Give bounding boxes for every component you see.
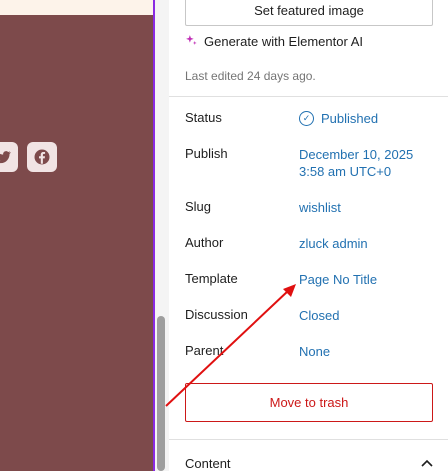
post-settings-sidebar: Set featured image Generate with Element… (169, 0, 448, 471)
status-value[interactable]: ✓ Published (299, 110, 378, 127)
parent-label: Parent (185, 343, 224, 358)
publish-date: December 10, 2025 (299, 147, 414, 162)
template-row: Template Page No Title (185, 271, 435, 288)
template-label: Template (185, 271, 238, 286)
slug-link[interactable]: wishlist (299, 199, 341, 216)
author-row: Author zluck admin (185, 235, 435, 252)
section-divider (169, 439, 448, 440)
canvas-header-strip (0, 0, 153, 15)
discussion-label: Discussion (185, 307, 248, 322)
publish-date-link[interactable]: December 10, 2025 3:58 am UTC+0 (299, 146, 413, 180)
generate-ai-label: Generate with Elementor AI (204, 34, 363, 49)
sparkle-icon (185, 34, 198, 49)
scrollbar-thumb[interactable] (157, 316, 165, 471)
content-panel-title: Content (185, 456, 231, 471)
content-panel-toggle[interactable]: Content (185, 456, 433, 471)
publish-row: Publish December 10, 2025 3:58 am UTC+0 (185, 146, 435, 180)
slug-label: Slug (185, 199, 212, 214)
check-circle-icon: ✓ (299, 111, 314, 126)
publish-time: 3:58 am UTC+0 (299, 164, 392, 179)
status-label: Status (185, 110, 222, 125)
move-to-trash-button[interactable]: Move to trash (185, 383, 433, 422)
template-link[interactable]: Page No Title (299, 271, 377, 288)
status-row: Status ✓ Published (185, 110, 435, 127)
page-canvas (0, 0, 153, 471)
twitter-icon[interactable] (0, 142, 18, 172)
section-divider (169, 96, 448, 97)
parent-row: Parent None (185, 343, 435, 360)
chevron-up-icon (421, 456, 433, 471)
author-link[interactable]: zluck admin (299, 235, 368, 252)
generate-ai-link[interactable]: Generate with Elementor AI (185, 34, 363, 49)
facebook-icon[interactable] (27, 142, 57, 172)
last-edited-text: Last edited 24 days ago. (185, 69, 316, 83)
publish-label: Publish (185, 146, 228, 161)
set-featured-image-button[interactable]: Set featured image (185, 0, 433, 26)
author-label: Author (185, 235, 224, 250)
slug-row: Slug wishlist (185, 199, 435, 216)
discussion-link[interactable]: Closed (299, 307, 339, 324)
parent-link[interactable]: None (299, 343, 330, 360)
discussion-row: Discussion Closed (185, 307, 435, 324)
status-value-text: Published (321, 111, 379, 126)
